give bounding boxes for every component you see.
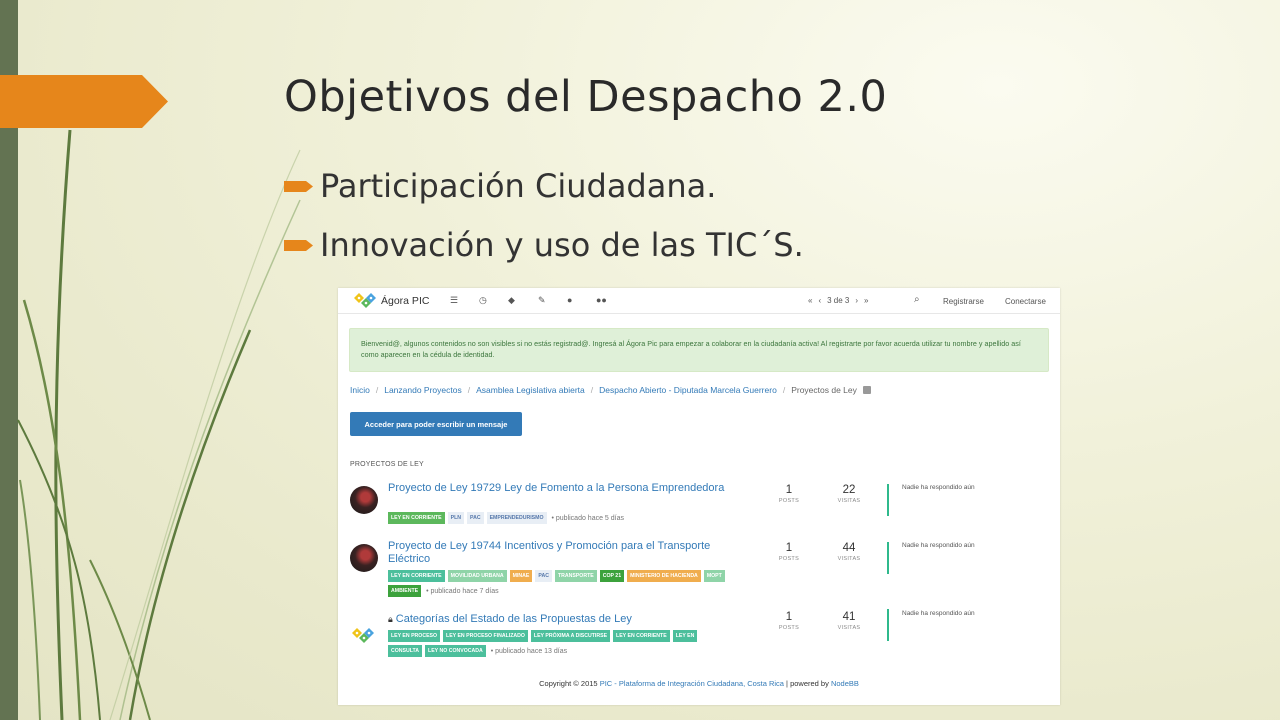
teaser-bar <box>887 609 889 641</box>
user-icon[interactable]: ● <box>567 295 572 305</box>
bullet-text: Innovación y uso de las TIC´S. <box>320 226 804 264</box>
topic-title[interactable]: 🔒︎ Categorías del Estado de las Propuesta… <box>388 613 728 626</box>
first-page-icon[interactable]: « <box>808 296 812 305</box>
pic-link[interactable]: PIC - Plataforma de Integración Ciudadan… <box>600 679 784 688</box>
tag[interactable]: LEY NO CONVOCADA <box>425 645 486 657</box>
breadcrumb-lanzando[interactable]: Lanzando Proyectos <box>384 385 462 395</box>
agora-logo-icon[interactable] <box>350 627 376 645</box>
tag[interactable]: MINAE <box>509 570 533 582</box>
tag[interactable]: MOPT <box>703 570 725 582</box>
breadcrumb-asamblea[interactable]: Asamblea Legislativa abierta <box>476 385 585 395</box>
tag[interactable]: AMBIENTE <box>388 585 422 597</box>
breadcrumb-current: Proyectos de Ley <box>791 385 857 395</box>
reply-teaser: Nadie ha respondido aún <box>902 484 975 491</box>
next-page-icon[interactable]: › <box>855 296 858 305</box>
tag[interactable]: LEY PRÓXIMA A DISCUTIRSE <box>530 630 611 642</box>
posts-stat: 1 POSTS <box>778 542 800 562</box>
tag[interactable]: LEY EN PROCESO <box>388 630 441 642</box>
teaser-bar <box>887 542 889 574</box>
posts-stat: 1 POSTS <box>778 611 800 631</box>
pencil-icon[interactable]: ✎ <box>538 295 546 306</box>
topic-meta: • publicado hace 5 días <box>551 514 625 522</box>
lock-icon: 🔒︎ <box>388 614 393 624</box>
login-link[interactable]: Conectarse <box>1005 297 1046 306</box>
topic-meta: • publicado hace 7 días <box>426 587 499 595</box>
bullet-text: Participación Ciudadana. <box>320 167 717 205</box>
forum-footer: Copyright © 2015 PIC - Plataforma de Int… <box>539 679 859 688</box>
register-link[interactable]: Registrarse <box>943 297 984 306</box>
category-heading: PROYECTOS DE LEY <box>350 461 424 468</box>
nodebb-link[interactable]: NodeBB <box>831 679 859 688</box>
brand-name[interactable]: Ágora PIC <box>381 295 429 307</box>
topic-tags: LEY EN CORRIENTE PLN PAC EMPRENDEDURISMO… <box>388 512 728 524</box>
tag[interactable]: LEY EN PROCESO FINALIZADO <box>443 630 528 642</box>
tag[interactable]: PLN <box>447 512 465 524</box>
views-stat: 41 VISITAS <box>837 611 861 631</box>
topic-tags: LEY EN CORRIENTE MOVILIDAD URBANA MINAE … <box>388 570 728 597</box>
welcome-alert: Bienvenid@, algunos contenidos no son vi… <box>349 328 1049 372</box>
slide-bullet-2: Innovación y uso de las TIC´S. <box>284 226 804 264</box>
breadcrumb-despacho[interactable]: Despacho Abierto - Diputada Marcela Guer… <box>599 385 777 395</box>
views-stat: 44 VISITAS <box>837 542 861 562</box>
topic-meta: • publicado hace 13 días <box>490 647 568 655</box>
reply-teaser: Nadie ha respondido aún <box>902 610 975 617</box>
tag[interactable]: EMPRENDEDURISMO <box>486 512 547 524</box>
page-indicator: 3 de 3 <box>827 296 850 305</box>
group-icon[interactable]: ●● <box>596 295 607 305</box>
tag[interactable]: MOVILIDAD URBANA <box>447 570 507 582</box>
search-icon[interactable]: ⌕ <box>914 294 920 305</box>
topic-title[interactable]: Proyecto de Ley 19729 Ley de Fomento a l… <box>388 482 728 495</box>
tag[interactable]: PAC <box>467 512 484 524</box>
tag[interactable]: LEY EN CORRIENTE <box>388 570 445 582</box>
tags-icon[interactable]: ◆ <box>508 295 515 306</box>
tag[interactable]: LEY EN CORRIENTE <box>388 512 445 524</box>
breadcrumb-home[interactable]: Inicio <box>350 385 370 395</box>
reply-teaser: Nadie ha respondido aún <box>902 542 975 549</box>
tag[interactable]: CONSULTA <box>388 645 423 657</box>
rss-icon[interactable] <box>862 386 871 394</box>
views-stat: 22 VISITAS <box>837 484 861 504</box>
login-to-post-button[interactable]: Acceder para poder escribir un mensaje <box>350 412 522 436</box>
tag[interactable]: COP 21 <box>599 570 625 582</box>
prev-page-icon[interactable]: ‹ <box>818 296 821 305</box>
tag[interactable]: PAC <box>535 570 552 582</box>
posts-stat: 1 POSTS <box>778 484 800 504</box>
pagination: « ‹ 3 de 3 › » <box>808 296 869 305</box>
topic-title[interactable]: Proyecto de Ley 19744 Incentivos y Promo… <box>388 540 728 566</box>
forum-navbar: Ágora PIC ☰ ◷ ◆ ✎ ● ●● « ‹ 3 de 3 › » ⌕ … <box>338 288 1060 314</box>
bullet-arrow-icon <box>284 180 313 192</box>
topic-tags: LEY EN PROCESO LEY EN PROCESO FINALIZADO… <box>388 630 728 657</box>
agora-logo-icon[interactable] <box>352 292 378 310</box>
tag[interactable]: TRANSPORTE <box>554 570 597 582</box>
clock-icon[interactable]: ◷ <box>479 295 487 306</box>
list-icon[interactable]: ☰ <box>450 295 458 306</box>
slide-bullet-1: Participación Ciudadana. <box>284 167 716 205</box>
bullet-arrow-icon <box>284 239 313 251</box>
tag[interactable]: MINISTERIO DE HACIENDA <box>627 570 701 582</box>
breadcrumb: Inicio / Lanzando Proyectos / Asamblea Legis… <box>350 385 871 395</box>
avatar[interactable] <box>350 544 378 572</box>
last-page-icon[interactable]: » <box>864 296 868 305</box>
slide-title: Objetivos del Despacho 2.0 <box>284 72 888 122</box>
tag[interactable]: LEY EN <box>672 630 698 642</box>
avatar[interactable] <box>350 486 378 514</box>
tag[interactable]: LEY EN CORRIENTE <box>613 630 670 642</box>
title-accent-tab <box>0 75 168 128</box>
forum-screenshot: Ágora PIC ☰ ◷ ◆ ✎ ● ●● « ‹ 3 de 3 › » ⌕ … <box>338 288 1060 705</box>
teaser-bar <box>887 484 889 516</box>
